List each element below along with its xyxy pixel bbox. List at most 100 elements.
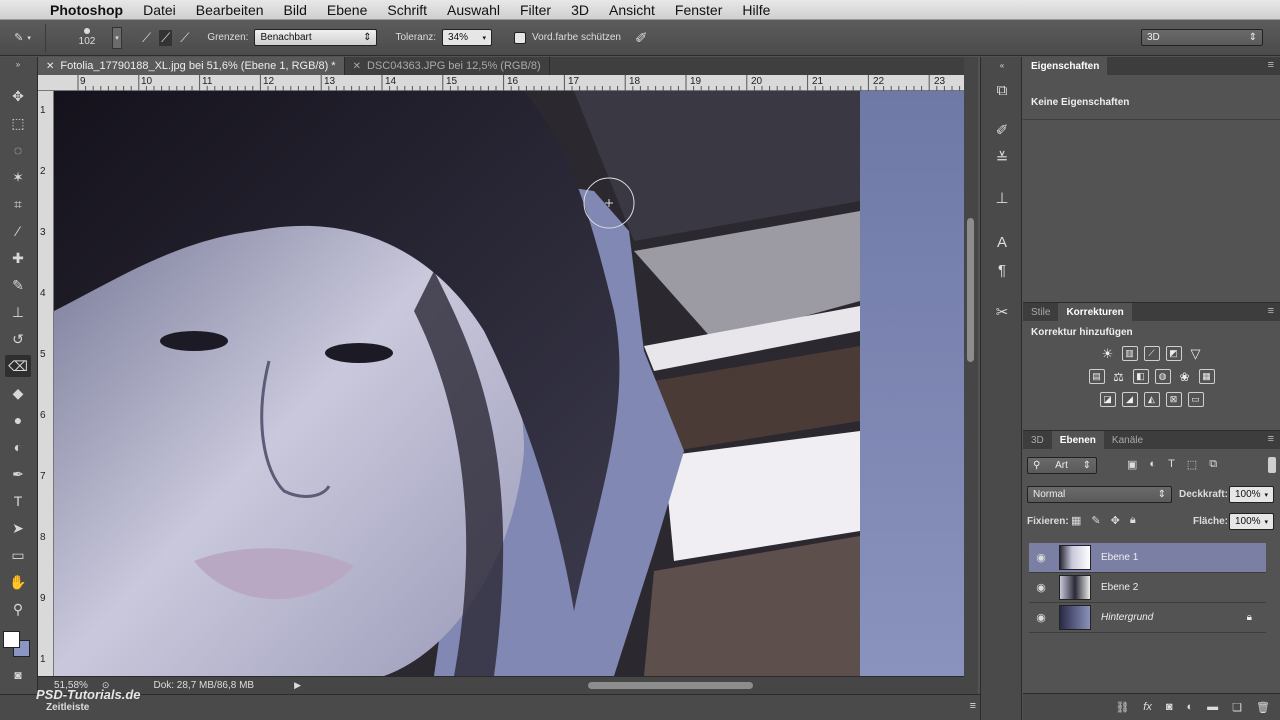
visibility-eye-icon[interactable]: ◉ — [1029, 581, 1053, 594]
menu-fenster[interactable]: Fenster — [665, 2, 732, 18]
channel-mixer-icon[interactable]: ❀ — [1177, 369, 1193, 384]
add-mask-icon[interactable]: ◙ — [1166, 701, 1173, 713]
tab-document-2[interactable]: ✕ DSC04363.JPG bei 12,5% (RGB/8) — [345, 57, 550, 75]
layer-row[interactable]: ◉ Ebene 1 — [1029, 543, 1266, 573]
toleranz-input[interactable]: 34% ▾ — [442, 29, 493, 46]
horizontal-scrollbar-thumb[interactable] — [588, 682, 753, 689]
quick-mask-icon[interactable]: ◙ — [5, 664, 31, 686]
trash-icon[interactable]: 🗑︎ — [1256, 701, 1270, 714]
paragraph-panel-icon[interactable]: ¶ — [988, 259, 1016, 281]
menu-bild[interactable]: Bild — [274, 2, 317, 18]
menu-auswahl[interactable]: Auswahl — [437, 2, 510, 18]
panel-menu-icon[interactable]: ≡ — [1268, 59, 1274, 71]
menu-filter[interactable]: Filter — [510, 2, 561, 18]
filter-pixel-icon[interactable]: ▣ — [1127, 458, 1137, 471]
eraser-tool-icon[interactable]: ⌫ — [5, 355, 31, 377]
eyedropper-icon[interactable]: ⁄ — [5, 220, 31, 242]
brush-panel-icon[interactable]: ≚ — [988, 147, 1016, 169]
pressure-icon[interactable]: ✐ — [635, 29, 648, 47]
panel-menu-icon[interactable]: ≡ — [1268, 433, 1274, 445]
tab-document-1[interactable]: ✕ Fotolia_17790188_XL.jpg bei 51,6% (Eben… — [38, 57, 345, 75]
vertical-scrollbar-thumb[interactable] — [967, 218, 974, 362]
magic-wand-icon[interactable]: ✶ — [5, 166, 31, 188]
tab-stile[interactable]: Stile — [1023, 303, 1058, 321]
filter-smart-object-icon[interactable]: ⧉ — [1209, 458, 1217, 471]
tab-ebenen[interactable]: Ebenen — [1051, 431, 1104, 449]
filter-shape-icon[interactable]: ⬚ — [1187, 458, 1197, 471]
photo-filter-icon[interactable]: ◍ — [1154, 369, 1171, 384]
move-tool-icon[interactable]: ✥ — [5, 85, 31, 107]
dodge-tool-icon[interactable]: ◐ — [5, 436, 31, 458]
tab-eigenschaften[interactable]: Eigenschaften — [1023, 57, 1108, 75]
blur-tool-icon[interactable]: ● — [5, 409, 31, 431]
new-group-icon[interactable]: ▬ — [1207, 701, 1218, 713]
brush-size-picker[interactable]: 102 — [64, 24, 110, 52]
clone-source-icon[interactable]: ⊥ — [988, 187, 1016, 209]
marquee-tool-icon[interactable]: ⬚ — [5, 112, 31, 134]
healing-brush-icon[interactable]: ✚ — [5, 247, 31, 269]
tool-presets-icon[interactable]: ✂ — [988, 301, 1016, 323]
menu-datei[interactable]: Datei — [133, 2, 186, 18]
workspace-select[interactable]: 3D ⇕ — [1141, 29, 1263, 46]
levels-icon[interactable]: ▥ — [1121, 346, 1138, 361]
horizontal-ruler[interactable]: 9 10 11 12 13 14 15 16 17 18 19 20 21 22… — [38, 75, 964, 91]
grenzen-select[interactable]: Benachbart ⇕ — [254, 29, 378, 46]
layer-row[interactable]: ◉ Hintergrund 🔒︎ — [1029, 603, 1266, 633]
brush-presets-icon[interactable]: ✐ — [988, 119, 1016, 141]
tab-kanaele[interactable]: Kanäle — [1104, 431, 1151, 449]
vertical-ruler[interactable]: 1 2 3 4 5 6 7 8 9 1 — [38, 91, 54, 676]
link-layers-icon[interactable]: ⛓ — [1115, 701, 1129, 714]
vordfarbe-checkbox[interactable] — [514, 31, 527, 44]
brightness-icon[interactable]: ☀ — [1100, 346, 1116, 361]
menu-hilfe[interactable]: Hilfe — [732, 2, 780, 18]
new-layer-icon[interactable]: ❏ — [1232, 701, 1242, 714]
posterize-icon[interactable]: ◢ — [1121, 392, 1138, 407]
history-panel-icon[interactable]: ⧉ — [988, 79, 1016, 101]
sampling-continuous-icon[interactable]: ⟋ — [142, 30, 151, 46]
layer-style-fx-icon[interactable]: fx — [1143, 701, 1152, 713]
collapse-icon[interactable]: » — [5, 60, 31, 69]
curves-icon[interactable]: ⟋ — [1143, 346, 1160, 361]
lasso-tool-icon[interactable]: ◌ — [5, 139, 31, 161]
layer-filter-select[interactable]: ⚲ Art ⇕ — [1027, 457, 1097, 474]
filter-type-icon[interactable]: T — [1168, 458, 1175, 471]
crop-tool-icon[interactable]: ⌗ — [5, 193, 31, 215]
panel-menu-icon[interactable]: ≡ — [970, 700, 976, 712]
path-selection-icon[interactable]: ➤ — [5, 517, 31, 539]
menu-bearbeiten[interactable]: Bearbeiten — [186, 2, 274, 18]
menu-ansicht[interactable]: Ansicht — [599, 2, 665, 18]
brush-picker-dropdown[interactable]: ▾ — [112, 26, 122, 49]
tab-korrekturen[interactable]: Korrekturen — [1058, 303, 1132, 321]
vertical-scroll-track[interactable] — [964, 57, 978, 694]
brush-tool-icon[interactable]: ✎ — [5, 274, 31, 296]
color-lookup-icon[interactable]: ▦ — [1198, 369, 1215, 384]
vibrance-icon[interactable]: ▽ — [1188, 346, 1204, 361]
paint-bucket-icon[interactable]: ◆ — [5, 382, 31, 404]
history-brush-icon[interactable]: ↺ — [5, 328, 31, 350]
hue-saturation-icon[interactable]: ▤ — [1088, 369, 1105, 384]
tab-3d[interactable]: 3D — [1023, 431, 1052, 449]
lock-transparency-icon[interactable]: ▦ — [1071, 514, 1081, 527]
pen-tool-icon[interactable]: ✒ — [5, 463, 31, 485]
shape-tool-icon[interactable]: ▭ — [5, 544, 31, 566]
tool-preset-picker[interactable]: ✎ ▾ — [0, 23, 46, 52]
panel-menu-icon[interactable]: ≡ — [1268, 305, 1274, 317]
filter-toggle[interactable] — [1268, 457, 1276, 473]
lock-position-icon[interactable]: ✥ — [1111, 514, 1120, 527]
zoom-tool-icon[interactable]: ⚲ — [5, 598, 31, 620]
menu-app-photoshop[interactable]: Photoshop — [40, 2, 133, 18]
lock-image-icon[interactable]: ✎ — [1091, 514, 1100, 527]
clone-stamp-icon[interactable]: ⊥ — [5, 301, 31, 323]
sampling-background-icon[interactable]: ⟋ — [180, 30, 189, 46]
adjustment-layer-icon[interactable]: ◐ — [1187, 701, 1194, 713]
lock-all-icon[interactable]: 🔒︎ — [1130, 514, 1136, 527]
blend-mode-select[interactable]: Normal ⇕ — [1027, 486, 1172, 503]
sampling-once-icon[interactable]: ⟋ — [159, 29, 173, 46]
foreground-color-swatch[interactable] — [3, 631, 20, 648]
threshold-icon[interactable]: ◭ — [1143, 392, 1160, 407]
color-balance-icon[interactable]: ⚖ — [1111, 369, 1127, 384]
close-icon[interactable]: ✕ — [353, 61, 361, 72]
type-tool-icon[interactable]: T — [5, 490, 31, 512]
menu-schrift[interactable]: Schrift — [377, 2, 437, 18]
black-white-icon[interactable]: ◧ — [1132, 369, 1149, 384]
